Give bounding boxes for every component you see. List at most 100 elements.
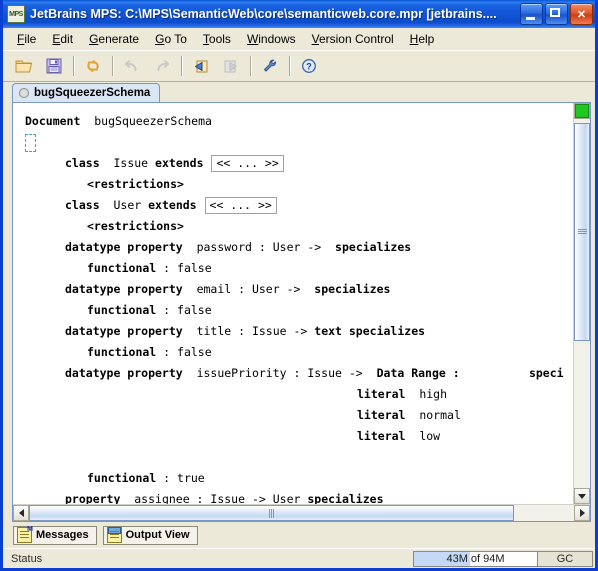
code-keyword: speci (528, 366, 564, 380)
code-text: true (177, 471, 205, 485)
menu-item-file[interactable]: File (9, 30, 44, 48)
horizontal-scroll-thumb[interactable] (29, 505, 515, 521)
code-text: : (156, 345, 178, 359)
code-text: low (419, 429, 441, 443)
output-view-label: Output View (125, 529, 190, 541)
editor-panel: Document bugSqueezerSchema class Issue ex… (12, 102, 591, 522)
close-button[interactable]: ✕ (570, 3, 593, 25)
help-icon[interactable]: ? (294, 53, 324, 79)
empty-cell-placeholder[interactable] (25, 133, 36, 152)
application-window: MPS JetBrains MPS: C:\MPS\SemanticWeb\co… (0, 0, 598, 571)
app-icon: MPS (7, 5, 25, 23)
code-keyword: text specializes (314, 324, 426, 338)
code-line: functional : false (25, 300, 573, 321)
settings-wrench-icon[interactable] (255, 53, 285, 79)
code-line: literal high (25, 384, 573, 405)
editor-tab-strip: bugSqueezerSchema (3, 82, 595, 102)
open-folder-icon[interactable] (9, 53, 39, 79)
editor-vertical-scrollbar[interactable] (573, 103, 590, 504)
code-line (25, 132, 573, 153)
error-analysis-marker[interactable] (575, 104, 589, 118)
code-line: Document bugSqueezerSchema (25, 111, 573, 132)
tool-window-bar: M Messages Output View (3, 522, 595, 548)
menu-item-windows[interactable]: Windows (239, 30, 304, 48)
menu-item-go-to[interactable]: Go To (147, 30, 195, 48)
code-text: bugSqueezerSchema (94, 114, 212, 128)
horizontal-scroll-track[interactable] (29, 505, 574, 521)
code-line: class User extends << ... >> (25, 195, 573, 216)
code-line: datatype property email : User -> specia… (25, 279, 573, 300)
code-keyword: datatype property (65, 240, 183, 254)
refresh-icon[interactable] (78, 53, 108, 79)
toolbar-separator (181, 56, 182, 76)
menu-item-tools[interactable]: Tools (195, 30, 239, 48)
save-icon[interactable] (39, 53, 69, 79)
code-keyword: literal (357, 429, 406, 443)
code-keyword: class (65, 198, 100, 212)
collapsed-reference-cell[interactable]: << ... >> (204, 197, 277, 214)
forward-icon (216, 53, 246, 79)
code-text: false (177, 303, 212, 317)
vertical-scroll-track[interactable] (574, 119, 590, 488)
code-keyword: literal (357, 408, 406, 422)
code-keyword: <restrictions> (87, 219, 184, 233)
code-keyword: specializes (335, 240, 412, 254)
code-keyword: extends (155, 156, 204, 170)
code-keyword: extends (148, 198, 197, 212)
menu-item-version-control[interactable]: Version Control (304, 30, 402, 48)
code-keyword: Data Range : (376, 366, 460, 380)
scroll-down-button[interactable] (574, 488, 590, 504)
memory-indicator[interactable]: 43M of 94M (413, 550, 538, 567)
scroll-left-button[interactable] (13, 505, 29, 521)
code-editor[interactable]: Document bugSqueezerSchema class Issue ex… (13, 103, 573, 504)
tab-bugsqueezerschema[interactable]: bugSqueezerSchema (12, 83, 161, 102)
memory-label: 43M of 94M (446, 552, 505, 565)
code-text: normal (419, 408, 461, 422)
menu-item-generate[interactable]: Generate (81, 30, 147, 48)
minimize-button[interactable] (520, 3, 543, 25)
main-toolbar: ? (3, 51, 595, 82)
maximize-button[interactable] (545, 3, 568, 25)
back-icon[interactable] (186, 53, 216, 79)
code-line: literal normal (25, 405, 573, 426)
scroll-right-button[interactable] (574, 505, 590, 521)
menu-item-help[interactable]: Help (402, 30, 443, 48)
code-text: : (156, 471, 178, 485)
vertical-scroll-thumb[interactable] (574, 123, 590, 341)
code-keyword: Document (25, 114, 81, 128)
tab-status-dot (19, 88, 29, 98)
gc-button[interactable]: GC (538, 550, 593, 567)
menu-item-edit[interactable]: Edit (44, 30, 81, 48)
toolbar-separator (73, 56, 74, 76)
collapsed-reference-cell[interactable]: << ... >> (211, 155, 284, 172)
window-title: JetBrains MPS: C:\MPS\SemanticWeb\core\s… (30, 7, 497, 21)
code-keyword: functional (87, 471, 157, 485)
code-text: : (156, 261, 178, 275)
output-note-icon (106, 527, 122, 543)
output-view-tool-button[interactable]: Output View (102, 525, 198, 545)
code-keyword: functional (87, 345, 157, 359)
code-text: high (419, 387, 448, 401)
messages-label: Messages (36, 529, 89, 541)
messages-tool-button[interactable]: M Messages (13, 525, 97, 545)
editor-horizontal-scrollbar[interactable] (13, 504, 590, 521)
code-keyword: datatype property (65, 282, 183, 296)
toolbar-separator (112, 56, 113, 76)
code-keyword: property (65, 492, 121, 504)
code-line: datatype property password : User -> spe… (25, 237, 573, 258)
